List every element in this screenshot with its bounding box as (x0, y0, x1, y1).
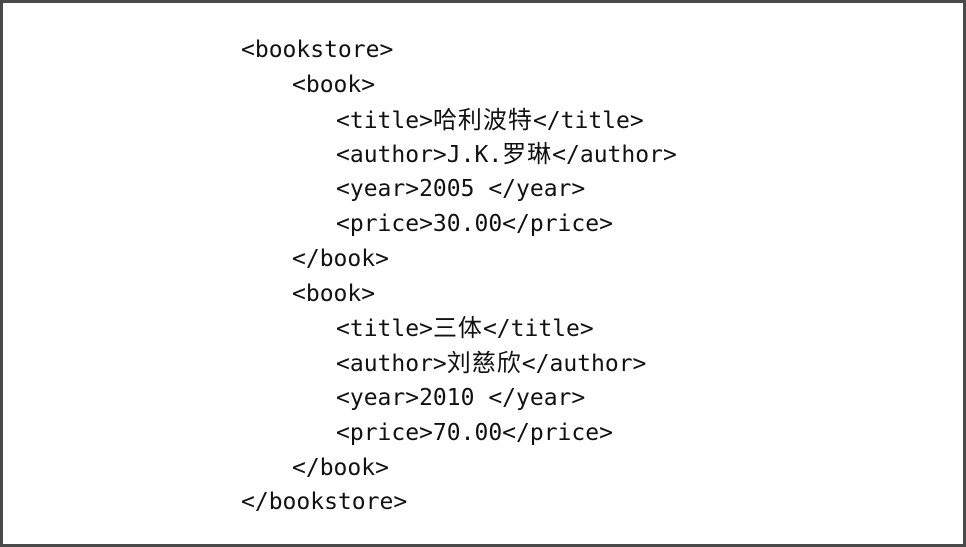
year-element: <year>2010 </year> (3, 381, 677, 416)
price-element: <price>30.00</price> (3, 207, 677, 242)
xml-markup: <price>70.00</price> (336, 419, 613, 446)
xml-markup: </book> (292, 245, 389, 272)
author-element: <author>刘慈欣</author> (3, 346, 677, 381)
title-element: <title>三体</title> (3, 311, 677, 346)
xml-markup: <price>30.00</price> (336, 210, 613, 237)
title-element: <title>哈利波特</title> (3, 103, 677, 138)
xml-markup: </author> (552, 142, 677, 169)
book-close-tag: </book> (3, 451, 677, 486)
xml-code-listing: <bookstore> <book> <title>哈利波特</title> <aut… (3, 33, 677, 520)
xml-markup: </bookstore> (241, 489, 408, 516)
xml-markup: <author> (336, 142, 447, 169)
document-frame: <bookstore> <book> <title>哈利波特</title> <aut… (0, 0, 966, 547)
bookstore-close-tag: </bookstore> (3, 485, 677, 520)
xml-markup: </title> (482, 316, 594, 343)
xml-markup: </author> (521, 351, 647, 378)
xml-text-value: 哈利波特 (432, 105, 533, 134)
xml-markup: <author> (336, 351, 447, 378)
xml-markup: <book> (292, 280, 376, 307)
xml-markup: <title> (336, 107, 433, 134)
price-element: <price>70.00</price> (3, 416, 677, 451)
xml-text-value: 罗琳 (502, 140, 553, 169)
xml-markup: J.K. (446, 142, 503, 169)
xml-markup: </title> (532, 107, 644, 134)
xml-markup: <title> (336, 316, 433, 343)
book-open-tag: <book> (3, 68, 677, 103)
author-element: <author>J.K.罗琳</author> (3, 137, 677, 172)
book-open-tag: <book> (3, 277, 677, 312)
xml-markup: <book> (292, 71, 376, 98)
xml-markup: <year>2005 </year> (336, 176, 586, 203)
xml-markup: </book> (292, 454, 389, 481)
xml-text-value: 三体 (432, 314, 483, 343)
book-close-tag: </book> (3, 242, 677, 277)
xml-markup: <year>2010 </year> (336, 384, 586, 411)
year-element: <year>2005 </year> (3, 172, 677, 207)
bookstore-open-tag: <bookstore> (3, 33, 677, 68)
xml-text-value: 刘慈欣 (446, 349, 522, 378)
xml-markup: <bookstore> (241, 37, 394, 63)
